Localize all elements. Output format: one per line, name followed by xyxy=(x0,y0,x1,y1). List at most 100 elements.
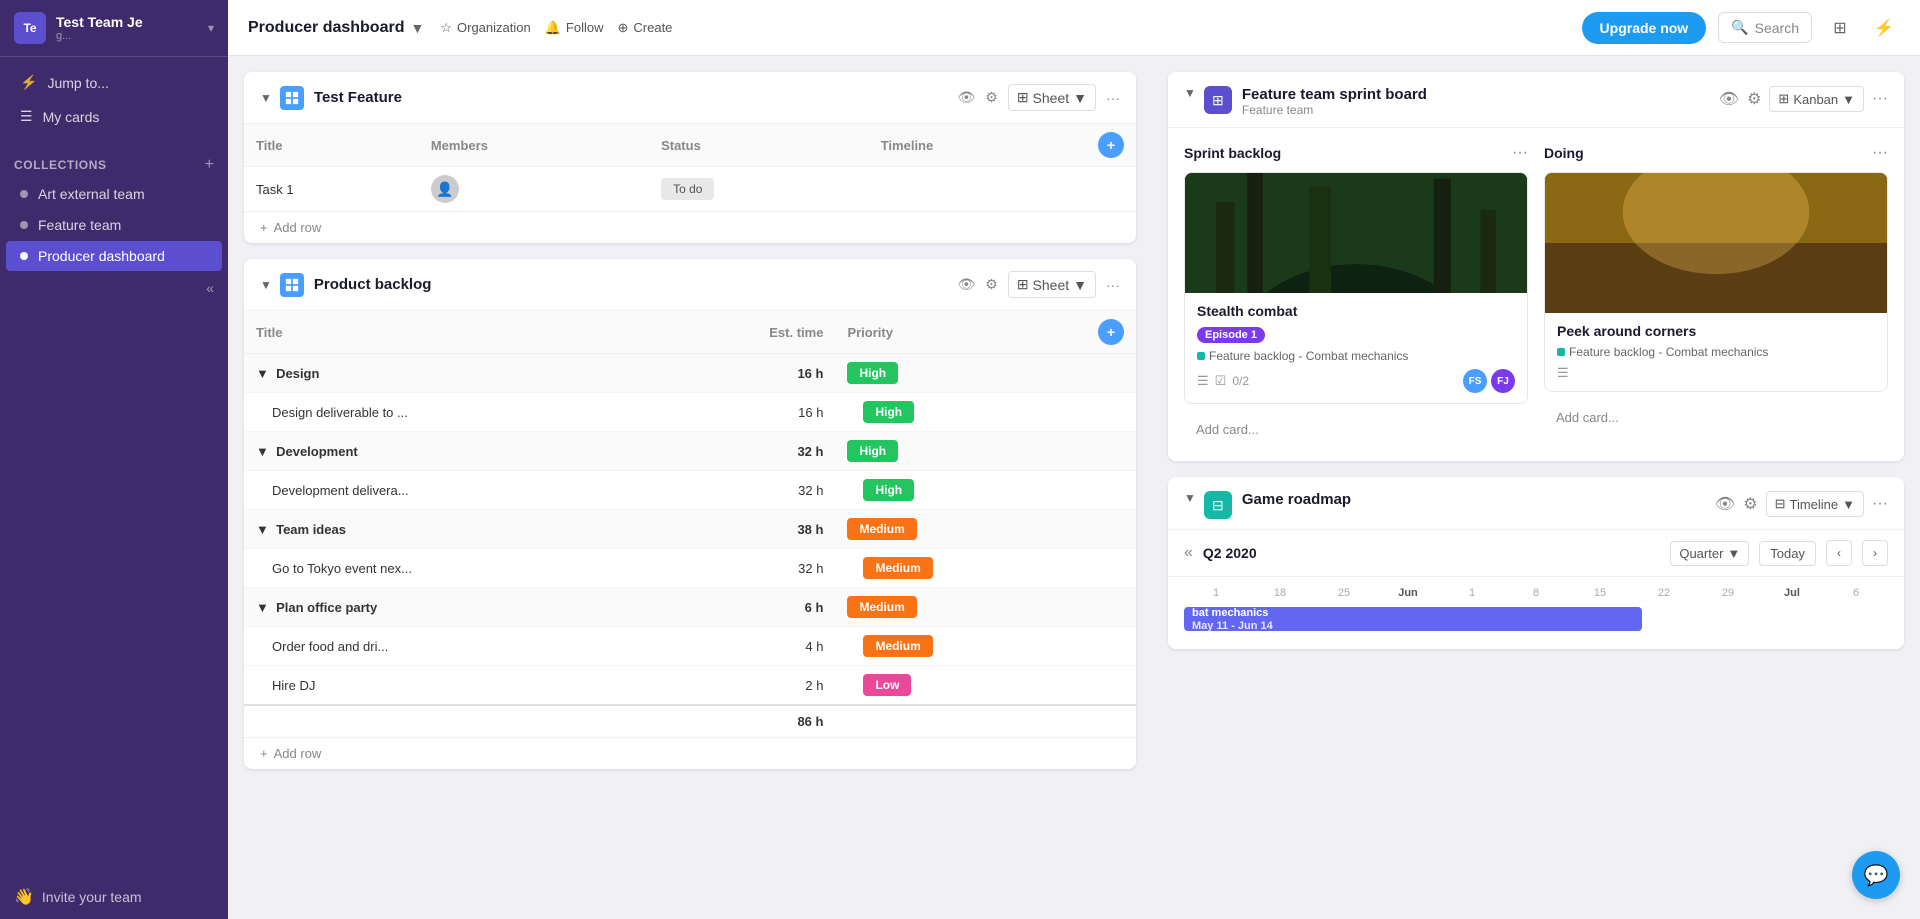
follow-action[interactable]: 🔔 Follow xyxy=(545,20,604,36)
visibility-icon[interactable]: 👁 xyxy=(1715,494,1735,514)
timeline-view-button[interactable]: ⊟ Timeline ▼ xyxy=(1766,491,1864,517)
priority-badge: High xyxy=(847,440,898,462)
empty xyxy=(835,705,1086,737)
sidebar-header[interactable]: Te Test Team Je g... ▾ xyxy=(0,0,228,57)
collapse-sidebar-button[interactable]: « xyxy=(202,276,218,300)
sidebar-item-art-external[interactable]: Art external team xyxy=(6,179,222,209)
priority-badge: Medium xyxy=(863,635,932,657)
add-card-button[interactable]: Add card... xyxy=(1544,402,1888,433)
art-external-label: Art external team xyxy=(38,186,145,202)
backlog-title: Product backlog xyxy=(314,276,958,293)
group-title: ▼ Design xyxy=(244,354,656,393)
filter-icon[interactable]: ⚙ xyxy=(985,89,998,106)
roadmap-period: Q2 2020 xyxy=(1203,545,1257,561)
col-more-icon[interactable]: ··· xyxy=(1872,144,1888,162)
tag-row: Feature backlog - Combat mechanics xyxy=(1557,345,1875,359)
add-card-button[interactable]: Add card... xyxy=(1184,414,1528,445)
team-name: Test Team Je xyxy=(56,14,208,30)
tag-label: Feature backlog - Combat mechanics xyxy=(1569,345,1768,359)
test-feature-board-icon xyxy=(280,86,304,110)
prev-arrow-button[interactable]: ‹ xyxy=(1826,540,1852,566)
avatar: FS xyxy=(1463,369,1487,393)
date-29: 29 xyxy=(1696,587,1760,599)
sidebar-item-producer-dashboard[interactable]: Producer dashboard xyxy=(6,241,222,271)
card-title: Stealth combat xyxy=(1197,303,1515,319)
roadmap-actions: 👁 ⚙ ⊟ Timeline ▼ ··· xyxy=(1715,491,1888,517)
card-footer: ☰ xyxy=(1557,365,1875,381)
add-row-label: Add row xyxy=(274,220,322,235)
col-more-icon[interactable]: ··· xyxy=(1512,144,1528,162)
more-options-icon[interactable]: ··· xyxy=(1872,90,1888,108)
producer-dashboard-label: Producer dashboard xyxy=(38,248,165,264)
add-column-icon[interactable]: + xyxy=(1098,319,1124,345)
sidebar-item-jump[interactable]: ⚡ Jump to... xyxy=(6,66,222,99)
invite-team-button[interactable]: 👋 Invite your team xyxy=(0,875,228,919)
star-action[interactable]: ☆ Organization xyxy=(440,20,530,36)
filter-icon[interactable]: ⚙ xyxy=(985,276,998,293)
timeline-bar-area: bat mechanics May 11 - Jun 14 xyxy=(1184,607,1888,635)
filter-icon[interactable]: ⚙ xyxy=(1743,494,1757,514)
more-options-icon[interactable]: ··· xyxy=(1872,495,1888,513)
quarter-select[interactable]: Quarter ▼ xyxy=(1670,541,1749,566)
collection-dot-icon xyxy=(20,221,28,229)
add-column-btn[interactable]: + xyxy=(1086,124,1136,167)
my-cards-label: My cards xyxy=(43,109,100,125)
card-image xyxy=(1545,173,1887,313)
bar-content: bat mechanics May 11 - Jun 14 xyxy=(1192,607,1273,632)
next-arrow-button[interactable]: › xyxy=(1862,540,1888,566)
visibility-icon[interactable]: 👁 xyxy=(957,89,975,106)
test-feature-header: ▼ Test Feature 👁 ⚙ ⊞ Sheet ▼ ··· xyxy=(244,72,1136,124)
sheet-view-button[interactable]: ⊞ Sheet ▼ xyxy=(1008,84,1096,111)
star-icon: ☆ xyxy=(440,20,452,36)
roadmap-board-icon: ⊟ xyxy=(1212,497,1224,514)
chat-button[interactable]: 💬 xyxy=(1852,851,1900,899)
more-options-icon[interactable]: ··· xyxy=(1106,90,1120,106)
add-column-icon[interactable]: + xyxy=(1098,132,1124,158)
backlog-actions: 👁 ⚙ ⊞ Sheet ▼ ··· xyxy=(957,271,1120,298)
today-button[interactable]: Today xyxy=(1759,541,1816,566)
group-title: ▼ Development xyxy=(244,432,656,471)
roadmap-collapse-icon[interactable]: « xyxy=(1184,544,1193,562)
collapse-sprint-icon[interactable]: ▼ xyxy=(1184,86,1196,100)
sidebar-item-my-cards[interactable]: ☰ My cards xyxy=(6,100,222,133)
jump-to-label: Jump to... xyxy=(47,75,108,91)
item-title: Design deliverable to ... xyxy=(244,393,656,432)
table-row: Order food and dri... 4 h Medium xyxy=(244,627,1136,666)
collapse-test-feature-icon[interactable]: ▼ xyxy=(260,91,272,105)
search-box[interactable]: 🔍 Search xyxy=(1718,12,1812,43)
add-collection-icon[interactable]: + xyxy=(205,156,214,174)
kanban-view-button[interactable]: ⊞ Kanban ▼ xyxy=(1769,86,1864,112)
chevron-down-icon[interactable]: ▼ xyxy=(410,20,424,36)
layout-icon-button[interactable]: ⊞ xyxy=(1824,12,1856,44)
create-action[interactable]: ⊕ Create xyxy=(617,20,672,36)
collections-section: Collections + xyxy=(0,142,228,178)
game-roadmap-header: ▼ ⊟ Game roadmap 👁 ⚙ ⊟ Timeline ▼ xyxy=(1168,477,1904,530)
product-backlog-section: ▼ Product backlog 👁 ⚙ ⊞ Sheet ▼ ··· xyxy=(244,259,1136,769)
sidebar-item-feature-team[interactable]: Feature team xyxy=(6,210,222,240)
team-info: Test Team Je g... xyxy=(56,14,208,42)
chevron-down-icon: ▼ xyxy=(1842,92,1855,107)
group-row: ▼ Design 16 h High xyxy=(244,354,1136,393)
collapse-backlog-icon[interactable]: ▼ xyxy=(260,278,272,292)
visibility-icon[interactable]: 👁 xyxy=(957,276,975,293)
more-options-icon[interactable]: ··· xyxy=(1106,277,1120,293)
kanban-icon: ⊞ xyxy=(1212,92,1224,109)
kanban-card: Peek around corners Feature backlog - Co… xyxy=(1544,172,1888,392)
add-row-button[interactable]: + Add row xyxy=(244,737,1136,769)
sheet-chevron-icon: ▼ xyxy=(1073,90,1087,106)
collapse-roadmap-icon[interactable]: ▼ xyxy=(1184,491,1196,505)
group-priority: High xyxy=(835,432,1086,471)
group-title: ▼ Plan office party xyxy=(244,588,656,627)
month-jul: Jul xyxy=(1760,587,1824,599)
sheet-view-button[interactable]: ⊞ Sheet ▼ xyxy=(1008,271,1096,298)
upgrade-button[interactable]: Upgrade now xyxy=(1582,12,1707,44)
settings-icon-button[interactable]: ⚡ xyxy=(1868,12,1900,44)
visibility-icon[interactable]: 👁 xyxy=(1719,89,1739,109)
chevron-down-icon[interactable]: ▾ xyxy=(208,21,214,35)
priority-badge: High xyxy=(847,362,898,384)
add-column-btn[interactable]: + xyxy=(1086,311,1136,354)
add-row-button[interactable]: + Add row xyxy=(244,211,1136,243)
col-timeline: Timeline xyxy=(869,124,1086,167)
filter-icon[interactable]: ⚙ xyxy=(1747,89,1761,109)
sprint-board-header: ▼ ⊞ Feature team sprint board Feature te… xyxy=(1168,72,1904,128)
